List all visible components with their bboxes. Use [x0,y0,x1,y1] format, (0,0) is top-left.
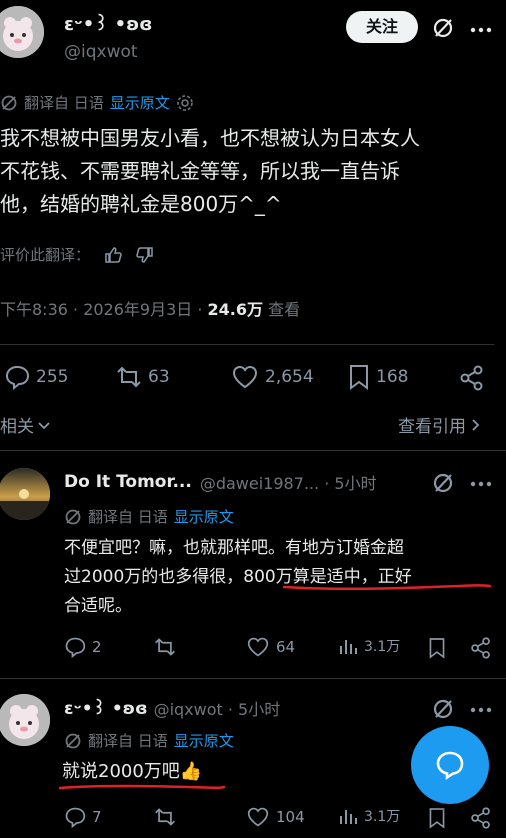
author-handle[interactable]: @iqxwot [64,42,138,62]
bookmark-icon[interactable] [428,637,446,659]
repost-count: 63 [148,367,170,387]
share-icon[interactable] [470,637,492,659]
post-text-line: 他，结婚的聘礼金是800万^_^ [0,192,282,216]
reply-count: 2 [92,638,102,656]
translated-from-label: 翻译自 日语 [88,508,168,526]
like-action[interactable]: 2,654 [231,364,314,390]
follow-button[interactable]: 关注 [346,11,418,43]
repost-icon [154,806,176,828]
thumbs-down-icon[interactable] [136,246,154,264]
grok-icon[interactable] [432,17,454,39]
reply-icon [64,806,86,828]
views-count: 3.1万 [364,809,401,825]
show-original-link[interactable]: 显示原文 [174,506,234,527]
translate-icon [64,732,82,750]
post-text-line: 不花钱、不需要聘礼金等等，所以我一直告诉 [0,159,400,183]
views-action[interactable]: 3.1万 [338,806,400,826]
heart-icon [246,636,270,658]
bookmark-icon [348,364,370,390]
reply-action[interactable]: 7 [64,806,102,828]
repost-action[interactable] [154,806,182,828]
red-underline-annotation [58,782,228,792]
heart-icon [231,364,259,390]
reply-action[interactable]: 255 [4,364,68,390]
view-quotes-link[interactable]: 查看引用 [398,412,482,437]
translate-icon [64,508,82,526]
reply-text-line: 不便宜吧？嘛，也就那样吧。有地方订婚金超 [64,538,404,558]
repost-action[interactable]: 63 [116,364,170,390]
related-toggle[interactable]: 相关 [0,412,52,437]
like-count: 104 [276,808,305,826]
author-avatar[interactable] [0,6,44,58]
divider [0,678,506,679]
bookmark-action[interactable]: 168 [348,364,408,390]
repost-icon [154,636,176,658]
share-icon[interactable] [459,365,485,391]
reply-icon [4,364,30,390]
author-name[interactable]: ɛᵕ•꒱ •ʚɞ [64,12,152,35]
view-quotes-label: 查看引用 [398,417,466,437]
views-count: 3.1万 [364,639,401,655]
more-icon[interactable] [470,27,492,33]
show-original-link[interactable]: 显示原文 [174,730,234,751]
chevron-right-icon [468,417,482,433]
reply-avatar[interactable] [0,694,50,746]
reply-author-name[interactable]: Do It Tomor... [64,472,192,492]
translated-from-label: 翻译自 日语 [88,732,168,750]
reply-text-line: 合适呢。 [64,596,132,616]
red-underline-annotation [282,582,492,592]
reply-author-name[interactable]: ɛᵕ•꒱ •ʚɞ [64,697,148,719]
heart-icon [246,806,270,828]
repost-action[interactable] [154,636,182,658]
reply-text: 不便宜吧？嘛，也就那样吧。有地方订婚金超 过2000万的也多得很，800万算是适… [64,534,412,621]
reply-handle-time[interactable]: @dawei1987... · 5小时 [200,470,377,494]
reply-count: 255 [36,367,69,387]
reply-count: 7 [92,808,102,826]
reply-avatar[interactable] [0,468,50,520]
like-count: 2,654 [265,367,314,387]
like-action[interactable]: 64 [246,636,295,658]
divider [0,344,494,345]
post-timestamp[interactable]: 下午8:36 · 2026年9月3日 · [0,300,208,319]
grok-icon[interactable] [432,698,454,720]
like-action[interactable]: 104 [246,806,305,828]
more-icon[interactable] [470,481,492,487]
views-count: 24.6万 [207,300,264,319]
translated-from-label: 翻译自 日语 [24,94,104,112]
thumbs-up-icon[interactable] [104,246,122,264]
rate-translation-label: 评价此翻译： [0,246,91,264]
like-count: 64 [276,638,296,656]
divider [0,450,506,451]
chevron-down-icon [36,417,52,433]
settings-icon[interactable] [176,94,194,112]
reply-icon [64,636,86,658]
reply-action[interactable]: 2 [64,636,102,658]
views-action[interactable]: 3.1万 [338,636,400,656]
bookmark-icon[interactable] [428,807,446,829]
views-label: 查看 [263,300,301,319]
chat-bubble-icon [433,748,467,782]
post-text-line: 我不想被中国男友小看，也不想被认为日本女人 [0,126,420,150]
bookmark-count: 168 [376,367,409,387]
show-original-link[interactable]: 显示原文 [110,92,170,113]
grok-icon[interactable] [432,472,454,494]
analytics-icon [338,806,358,826]
related-label: 相关 [0,417,34,437]
translate-icon [0,94,18,112]
repost-icon [116,364,142,390]
analytics-icon [338,636,358,656]
share-icon[interactable] [470,807,492,829]
more-icon[interactable] [470,707,492,713]
reply-handle-time[interactable]: @iqxwot · 5小时 [154,696,281,720]
post-text: 我不想被中国男友小看，也不想被认为日本女人 不花钱、不需要聘礼金等等，所以我一直… [0,122,420,221]
compose-reply-button[interactable] [411,726,489,804]
